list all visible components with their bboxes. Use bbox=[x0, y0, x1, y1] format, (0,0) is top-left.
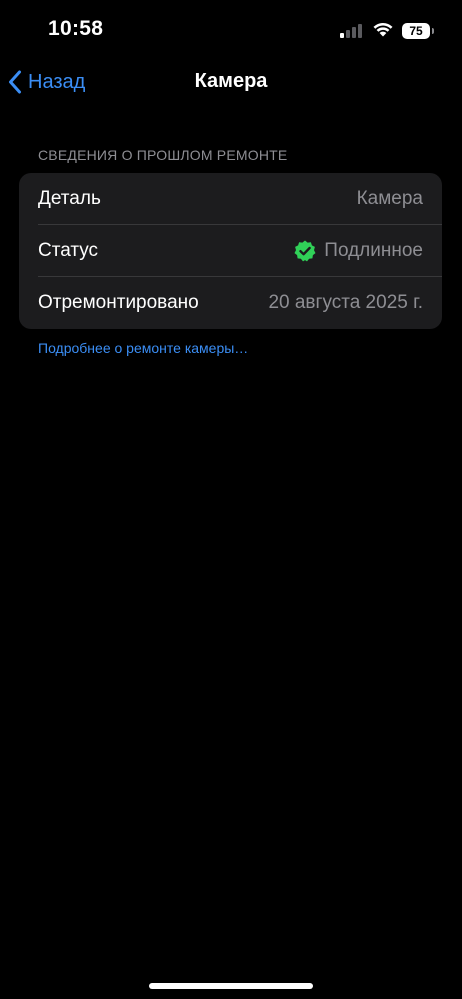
row-repaired-date: Отремонтировано 20 августа 2025 г. bbox=[19, 277, 442, 329]
wifi-icon bbox=[372, 21, 394, 42]
status-icons: 75 bbox=[340, 20, 434, 42]
verified-check-icon bbox=[293, 239, 317, 263]
row-value-container: Подлинное bbox=[293, 239, 423, 263]
row-value: 20 августа 2025 г. bbox=[268, 292, 423, 313]
battery-icon: 75 bbox=[402, 23, 434, 39]
row-part: Деталь Камера bbox=[19, 173, 442, 225]
row-value: Камера bbox=[356, 188, 423, 209]
row-label: Статус bbox=[38, 240, 99, 261]
row-value: Подлинное bbox=[324, 240, 423, 261]
status-bar: 10:58 75 bbox=[0, 0, 462, 60]
status-time: 10:58 bbox=[48, 17, 104, 40]
section-header: СВЕДЕНИЯ О ПРОШЛОМ РЕМОНТЕ bbox=[38, 147, 288, 163]
row-label: Отремонтировано bbox=[38, 292, 199, 313]
home-indicator[interactable] bbox=[149, 983, 313, 989]
row-label: Деталь bbox=[38, 188, 101, 209]
camera-repair-details-link[interactable]: Подробнее о ремонте камеры… bbox=[38, 340, 248, 356]
navigation-bar: Назад Камера bbox=[0, 58, 462, 106]
repair-info-group: Деталь Камера Статус Подлинное Отремонти… bbox=[19, 173, 442, 329]
page-title: Камера bbox=[194, 70, 268, 92]
cellular-signal-icon bbox=[340, 24, 364, 38]
row-status: Статус Подлинное bbox=[19, 225, 442, 277]
